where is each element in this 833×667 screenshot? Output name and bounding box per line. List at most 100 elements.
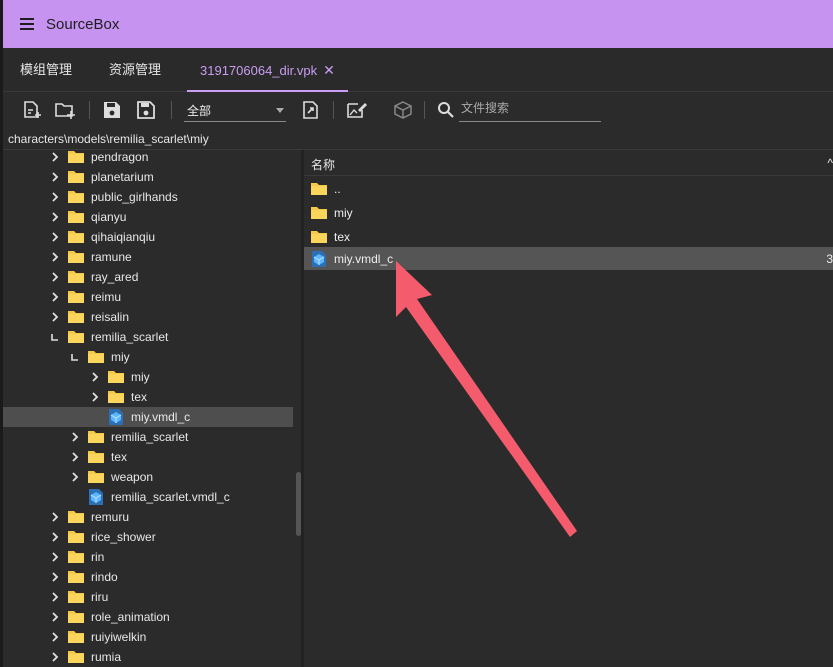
list-item[interactable]: tex xyxy=(304,225,833,248)
tree-item[interactable]: remilia_scarlet.vmdl_c xyxy=(3,487,293,507)
column-header-name[interactable]: 名称 xyxy=(311,156,335,173)
filter-select[interactable]: 全部 xyxy=(184,98,286,122)
hamburger-menu-icon[interactable] xyxy=(20,18,34,30)
tree-item[interactable]: remuru xyxy=(3,507,293,527)
chevron-right-icon[interactable] xyxy=(49,250,61,264)
tab-vpk-label: 3191706064_dir.vpk xyxy=(200,63,318,78)
chevron-right-icon[interactable] xyxy=(49,570,61,584)
chevron-right-icon[interactable] xyxy=(69,470,81,484)
chevron-right-icon[interactable] xyxy=(89,370,101,384)
tree-item-label: role_animation xyxy=(91,610,170,624)
chevron-right-icon[interactable] xyxy=(49,290,61,304)
current-path[interactable]: characters\models\remilia_scarlet\miy xyxy=(8,132,209,146)
tree-item[interactable]: planetarium xyxy=(3,167,293,187)
folder-icon xyxy=(67,589,85,605)
column-sort-indicator[interactable]: ^ xyxy=(827,156,833,170)
tree-item[interactable]: public_girlhands xyxy=(3,187,293,207)
chevron-expanded-icon[interactable] xyxy=(69,350,81,364)
filter-select-value: 全部 xyxy=(187,104,212,118)
tree-item-label: miy.vmdl_c xyxy=(131,410,191,424)
chevron-right-icon[interactable] xyxy=(49,170,61,184)
chevron-right-icon[interactable] xyxy=(49,190,61,204)
chevron-right-icon[interactable] xyxy=(49,150,61,164)
chevron-right-icon[interactable] xyxy=(49,530,61,544)
folder-icon xyxy=(310,205,328,221)
tree-item-label: tex xyxy=(111,450,128,464)
tree-item[interactable]: ramune xyxy=(3,247,293,267)
list-item-label: .. xyxy=(334,182,341,196)
toolbar-separator xyxy=(89,101,90,119)
tree-item[interactable]: riru xyxy=(3,587,293,607)
package-icon[interactable] xyxy=(392,100,414,120)
tree-item-selected[interactable]: miy.vmdl_c xyxy=(3,407,293,427)
tree-item[interactable]: role_animation xyxy=(3,607,293,627)
save-icon[interactable] xyxy=(101,100,123,120)
tree-item[interactable]: qihaiqianqiu xyxy=(3,227,293,247)
chevron-right-icon[interactable] xyxy=(69,430,81,444)
tree-item-label: riru xyxy=(91,590,109,604)
tab-mod-manager[interactable]: 模组管理 xyxy=(7,48,85,92)
chevron-right-icon[interactable] xyxy=(49,590,61,604)
new-folder-icon[interactable] xyxy=(54,100,76,120)
model-file-icon xyxy=(107,409,125,425)
chevron-right-icon[interactable] xyxy=(49,630,61,644)
tree-item[interactable]: miy xyxy=(3,367,293,387)
model-file-icon xyxy=(310,251,328,267)
tree-item-label: qihaiqianqiu xyxy=(91,230,156,244)
tree-item[interactable]: reimu xyxy=(3,287,293,307)
chevron-right-icon[interactable] xyxy=(49,510,61,524)
chevron-right-icon[interactable] xyxy=(49,650,61,664)
chevron-right-icon[interactable] xyxy=(49,210,61,224)
chevron-expanded-icon[interactable] xyxy=(49,330,61,344)
tab-resource-manager[interactable]: 资源管理 xyxy=(96,48,174,92)
save-as-icon[interactable] xyxy=(135,100,157,120)
chevron-right-icon[interactable] xyxy=(49,550,61,564)
folder-icon xyxy=(67,229,85,245)
tree-item[interactable]: weapon xyxy=(3,467,293,487)
tree-item[interactable]: ray_ared xyxy=(3,267,293,287)
search-input[interactable] xyxy=(461,101,599,115)
close-icon[interactable]: ✕ xyxy=(323,62,335,78)
chevron-right-icon[interactable] xyxy=(49,270,61,284)
chevron-right-icon[interactable] xyxy=(69,450,81,464)
tree-item[interactable]: remilia_scarlet xyxy=(3,327,293,347)
toolbar-separator xyxy=(333,101,334,119)
toolbar-separator xyxy=(171,101,172,119)
folder-icon xyxy=(67,150,85,165)
tree-item[interactable]: rumia xyxy=(3,647,293,667)
new-file-icon[interactable] xyxy=(22,100,44,120)
tree-item[interactable]: pendragon xyxy=(3,150,293,167)
folder-icon xyxy=(87,429,105,445)
tree-item[interactable]: ruiyiwelkin xyxy=(3,627,293,647)
chevron-right-icon[interactable] xyxy=(89,390,101,404)
tree-item-label: remilia_scarlet xyxy=(111,430,189,444)
tree-item-label: rin xyxy=(91,550,105,564)
folder-icon xyxy=(107,389,125,405)
tree-item[interactable]: miy xyxy=(3,347,293,367)
tree-item[interactable]: tex xyxy=(3,387,293,407)
tree-item-label: remilia_scarlet.vmdl_c xyxy=(111,490,230,504)
list-item[interactable]: miy xyxy=(304,201,833,224)
folder-icon xyxy=(310,181,328,197)
chevron-right-icon[interactable] xyxy=(49,610,61,624)
tree-item[interactable]: reisalin xyxy=(3,307,293,327)
chevron-right-icon[interactable] xyxy=(49,230,61,244)
file-list: 名称 ^ .. miy tex miy.vmdl_c 3 xyxy=(304,150,833,667)
tree-item[interactable]: rice_shower xyxy=(3,527,293,547)
export-icon[interactable] xyxy=(300,100,322,120)
folder-icon xyxy=(107,369,125,385)
tree-item[interactable]: rindo xyxy=(3,567,293,587)
app-title: SourceBox xyxy=(46,15,120,33)
folder-icon xyxy=(67,609,85,625)
tree-item[interactable]: rin xyxy=(3,547,293,567)
tree-item[interactable]: tex xyxy=(3,447,293,467)
list-item-selected[interactable]: miy.vmdl_c 3 xyxy=(304,247,833,270)
edit-image-icon[interactable] xyxy=(345,100,367,120)
tab-vpk-file[interactable]: 3191706064_dir.vpk ✕ xyxy=(187,48,348,92)
chevron-right-icon[interactable] xyxy=(49,310,61,324)
tree-item[interactable]: remilia_scarlet xyxy=(3,427,293,447)
tab-bar: 模组管理 资源管理 3191706064_dir.vpk ✕ xyxy=(3,48,833,92)
list-item[interactable]: .. xyxy=(304,177,833,200)
folder-icon xyxy=(67,629,85,645)
tree-item[interactable]: qianyu xyxy=(3,207,293,227)
